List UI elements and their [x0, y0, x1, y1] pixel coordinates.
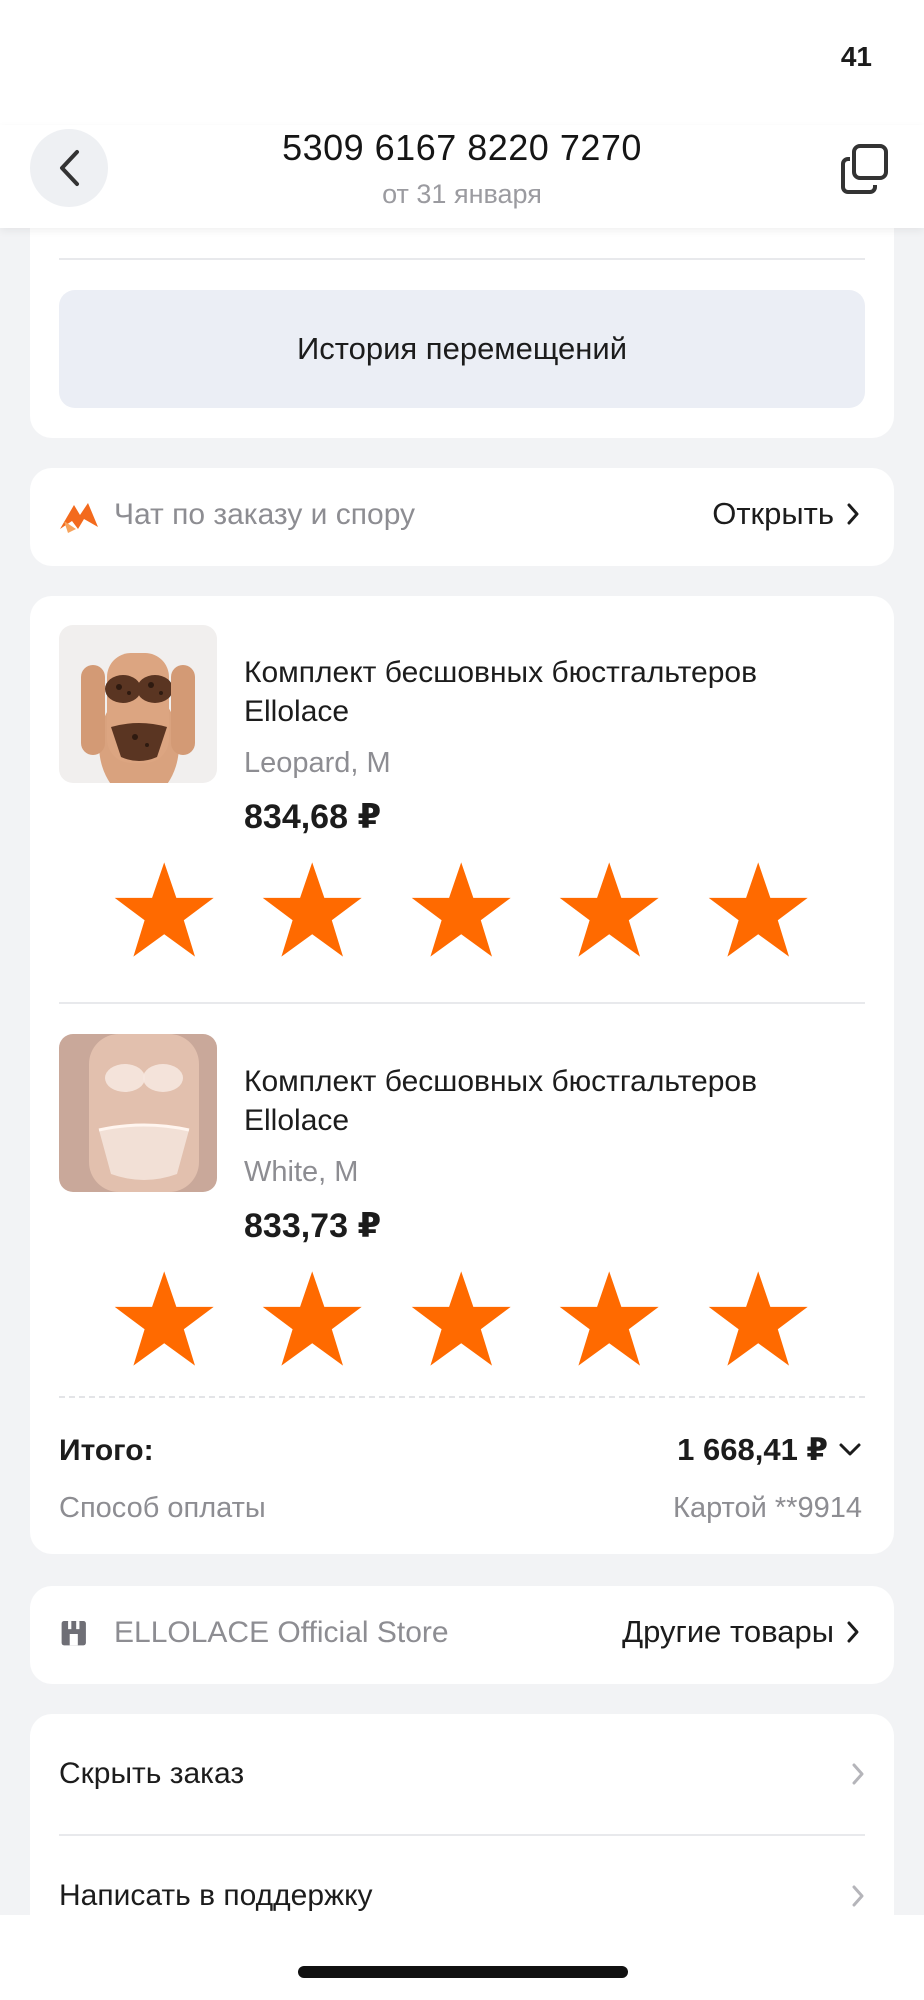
- copy-icon: [841, 144, 888, 194]
- product-image-white[interactable]: [59, 1034, 217, 1192]
- product-price: 834,68 ₽: [244, 798, 382, 836]
- rating-stars: [111, 1264, 811, 1374]
- store-name: ELLOLACE Official Store: [114, 1616, 449, 1649]
- rating-stars: [111, 855, 811, 965]
- chevron-right-icon: [847, 1621, 859, 1643]
- header: 5309 6167 8220 7270 от 31 января: [0, 125, 924, 228]
- product-variant: Leopard, M: [244, 747, 391, 779]
- order-item[interactable]: Комплект бесшовных бюстгальтеров Ellolac…: [59, 1034, 865, 1394]
- copy-button[interactable]: [840, 143, 890, 195]
- chat-dispute-icon: [60, 503, 98, 533]
- hide-order-button[interactable]: Скрыть заказ: [59, 1714, 865, 1834]
- star-icon[interactable]: [705, 1264, 811, 1374]
- chevron-down-icon: [839, 1443, 861, 1456]
- tracking-history-button[interactable]: История перемещений: [59, 290, 865, 408]
- product-price: 833,73 ₽: [244, 1207, 382, 1245]
- home-indicator-area: [0, 1915, 924, 2000]
- order-item[interactable]: Комплект бесшовных бюстгальтеров Ellolac…: [59, 625, 865, 995]
- divider: [59, 1002, 865, 1004]
- order-number-title: 5309 6167 8220 7270: [282, 127, 642, 168]
- chat-label: Чат по заказу и спору: [114, 498, 416, 531]
- star-icon[interactable]: [259, 1264, 365, 1374]
- other-products-label: Другие товары: [622, 1614, 834, 1649]
- star-icon[interactable]: [705, 855, 811, 965]
- open-chat-label: Открыть: [712, 496, 834, 531]
- contact-support-label: Написать в поддержку: [59, 1879, 373, 1912]
- order-chat-row[interactable]: Чат по заказу и спору Открыть: [30, 468, 894, 566]
- product-image-leopard[interactable]: [59, 625, 217, 783]
- home-indicator[interactable]: [298, 1966, 628, 1978]
- star-icon[interactable]: [556, 855, 662, 965]
- battery-indicator: 41: [832, 41, 872, 72]
- total-label: Итого:: [59, 1434, 154, 1467]
- divider: [59, 258, 865, 260]
- chevron-right-icon: [847, 503, 859, 525]
- payment-method-value: Картой **9914: [673, 1492, 862, 1524]
- status-bar: 41: [0, 0, 924, 125]
- star-icon[interactable]: [408, 1264, 514, 1374]
- order-date-subtitle: от 31 января: [382, 179, 542, 209]
- store-row[interactable]: ELLOLACE Official Store Другие товары: [30, 1586, 894, 1684]
- chevron-right-icon: [852, 1763, 864, 1785]
- star-icon[interactable]: [556, 1264, 662, 1374]
- payment-method-label: Способ оплаты: [59, 1492, 266, 1524]
- star-icon[interactable]: [408, 855, 514, 965]
- dashed-divider: [59, 1396, 865, 1398]
- store-icon: [61, 1621, 86, 1646]
- total-value-toggle[interactable]: 1 668,41 ₽: [677, 1432, 862, 1468]
- total-amount: 1 668,41 ₽: [677, 1432, 828, 1467]
- order-items-card: Комплект бесшовных бюстгальтеров Ellolac…: [30, 596, 894, 1554]
- product-name[interactable]: Комплект бесшовных бюстгальтеров Ellolac…: [244, 653, 864, 731]
- star-icon[interactable]: [259, 855, 365, 965]
- hide-order-label: Скрыть заказ: [59, 1757, 245, 1790]
- tracking-card: История перемещений: [30, 200, 894, 438]
- star-icon[interactable]: [111, 855, 217, 965]
- order-details-screen: 41 5309 6167 8220 7270 от 31 января Исто…: [0, 0, 924, 2000]
- other-products-button[interactable]: Другие товары: [622, 1614, 860, 1650]
- chevron-right-icon: [852, 1885, 864, 1907]
- open-chat-button[interactable]: Открыть: [712, 496, 860, 532]
- product-name[interactable]: Комплект бесшовных бюстгальтеров Ellolac…: [244, 1062, 864, 1140]
- star-icon[interactable]: [111, 1264, 217, 1374]
- product-variant: White, M: [244, 1156, 359, 1188]
